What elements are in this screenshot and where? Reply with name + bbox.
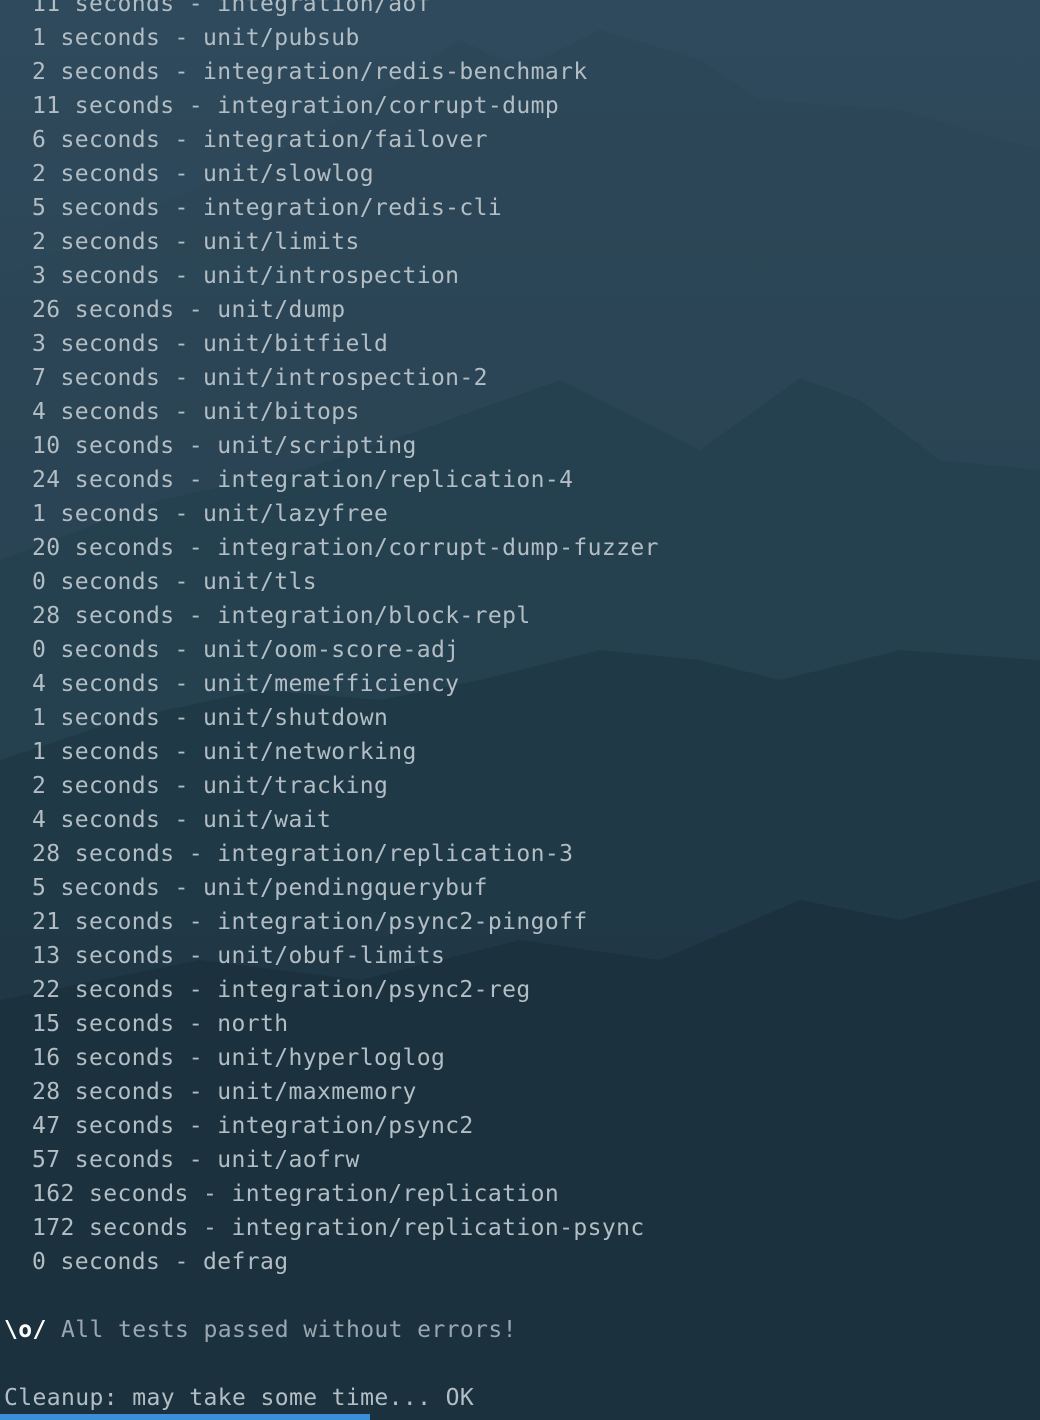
terminal-output: 11 seconds - integration/aof 1 seconds -…	[0, 0, 1040, 1420]
terminal-line: 1 seconds - unit/lazyfree	[32, 501, 389, 527]
terminal-line: 3 seconds - unit/introspection	[32, 263, 460, 289]
terminal-line: 2 seconds - unit/tracking	[32, 773, 389, 799]
terminal-line: 7 seconds - unit/introspection-2	[32, 365, 488, 391]
terminal-line: 4 seconds - unit/memefficiency	[32, 671, 460, 697]
terminal-line: 5 seconds - unit/pendingquerybuf	[32, 875, 488, 901]
terminal-line: 2 seconds - unit/slowlog	[32, 161, 374, 187]
terminal-line: 4 seconds - unit/bitops	[32, 399, 360, 425]
terminal-line: 4 seconds - unit/wait	[32, 807, 332, 833]
progress-bar	[0, 1414, 370, 1420]
terminal-line: 2 seconds - integration/redis-benchmark	[32, 59, 588, 85]
terminal-line: 20 seconds - integration/corrupt-dump-fu…	[32, 535, 659, 561]
terminal-line: 13 seconds - unit/obuf-limits	[32, 943, 446, 969]
terminal-line: 47 seconds - integration/psync2	[32, 1113, 474, 1139]
terminal-line: 21 seconds - integration/psync2-pingoff	[32, 909, 588, 935]
terminal-line: 5 seconds - integration/redis-cli	[32, 195, 503, 221]
terminal-line: 2 seconds - unit/limits	[32, 229, 360, 255]
terminal-line: 1 seconds - unit/shutdown	[32, 705, 389, 731]
cleanup-status: Cleanup: may take some time... OK	[4, 1385, 475, 1411]
terminal-line: 1 seconds - unit/networking	[32, 739, 417, 765]
terminal-line: 24 seconds - integration/replication-4	[32, 467, 574, 493]
terminal-line: 10 seconds - unit/scripting	[32, 433, 417, 459]
terminal-line: 28 seconds - integration/replication-3	[32, 841, 574, 867]
terminal-line: 57 seconds - unit/aofrw	[32, 1147, 360, 1173]
terminal-line: 6 seconds - integration/failover	[32, 127, 488, 153]
terminal-line: 22 seconds - integration/psync2-reg	[32, 977, 531, 1003]
terminal-line: 172 seconds - integration/replication-ps…	[32, 1215, 645, 1241]
terminal-line: 0 seconds - defrag	[32, 1249, 289, 1275]
success-banner: \o/ All tests passed without errors!	[4, 1313, 517, 1347]
success-message: All tests passed without errors!	[46, 1317, 517, 1343]
terminal-line: 11 seconds - integration/corrupt-dump	[32, 93, 560, 119]
terminal-line: 28 seconds - integration/block-repl	[32, 603, 531, 629]
success-emoticon: \o/	[4, 1317, 47, 1343]
terminal-line: 28 seconds - unit/maxmemory	[32, 1079, 417, 1105]
terminal-line: 0 seconds - unit/tls	[32, 569, 317, 595]
terminal-line: 16 seconds - unit/hyperloglog	[32, 1045, 446, 1071]
terminal-line: 15 seconds - north	[32, 1011, 289, 1037]
terminal-line: 11 seconds - integration/aof	[32, 0, 431, 17]
terminal-line: 3 seconds - unit/bitfield	[32, 331, 389, 357]
terminal-line: 1 seconds - unit/pubsub	[32, 25, 360, 51]
terminal-line: 0 seconds - unit/oom-score-adj	[32, 637, 460, 663]
terminal-line: 162 seconds - integration/replication	[32, 1181, 560, 1207]
terminal-line: 26 seconds - unit/dump	[32, 297, 346, 323]
